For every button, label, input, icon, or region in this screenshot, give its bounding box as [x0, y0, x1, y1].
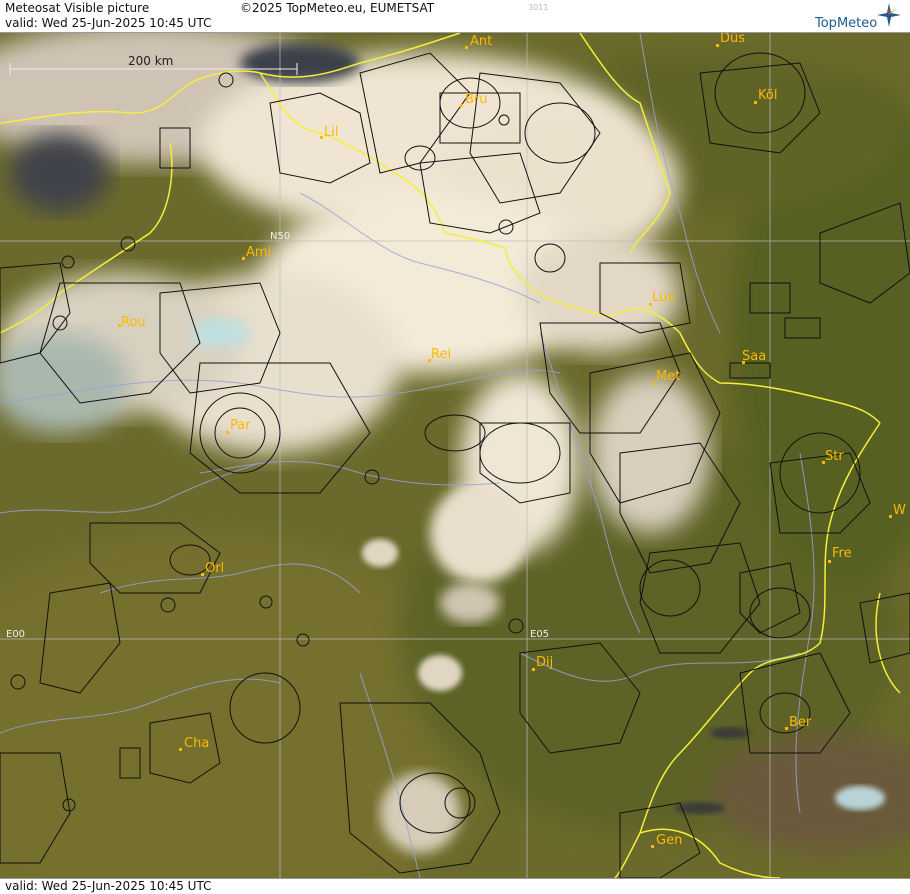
lon-label-e05: E05 [530, 629, 549, 640]
lon-label-e00: E00 [6, 629, 25, 640]
logo-star-icon [877, 3, 901, 27]
city-label-gen: Gen [656, 833, 682, 848]
city-label-str: Str [825, 449, 844, 464]
city-label-fre: Fre [832, 546, 852, 561]
city-label-dus: Düs [720, 33, 745, 46]
logo-text: TopMeteo [815, 16, 878, 31]
footer-valid-time: valid: Wed 25-Jun-2025 10:45 UTC [5, 879, 212, 893]
city-label-rei: Rei [431, 347, 451, 362]
city-label-ami: Ami [246, 245, 271, 260]
city-label-met: Met [656, 369, 680, 384]
header-bar: Meteosat Visible picture valid: Wed 25-J… [0, 0, 910, 33]
satellite-map[interactable]: 200 km N50 E00 E05 Ant Düs Bru Köl Lil A… [0, 33, 910, 878]
city-label-bru: Bru [465, 92, 488, 107]
scale-label: 200 km [128, 54, 173, 68]
valid-time: valid: Wed 25-Jun-2025 10:45 UTC [5, 16, 212, 30]
satellite-map-page: Meteosat Visible picture valid: Wed 25-J… [0, 0, 910, 894]
copyright: ©2025 TopMeteo.eu, EUMETSAT [240, 1, 435, 15]
city-label-ber: Ber [789, 715, 812, 730]
city-label-w: W [893, 503, 906, 518]
city-label-cha: Cha [184, 736, 209, 751]
city-label-kol: Köl [758, 88, 777, 103]
image-code: 3011 [528, 3, 549, 12]
city-label-dij: Dij [536, 655, 553, 670]
city-label-par: Par [230, 418, 251, 433]
city-label-ant: Ant [470, 34, 492, 49]
city-label-orl: Orl [205, 561, 224, 576]
lat-label-n50: N50 [270, 231, 290, 242]
footer-bar: valid: Wed 25-Jun-2025 10:45 UTC [0, 878, 910, 894]
city-label-lux: Lux [652, 290, 675, 305]
city-label-saa: Saa [742, 349, 766, 364]
city-label-lil: Lil [324, 125, 338, 140]
city-label-rou: Rou [121, 315, 146, 330]
map-title: Meteosat Visible picture [5, 1, 150, 15]
